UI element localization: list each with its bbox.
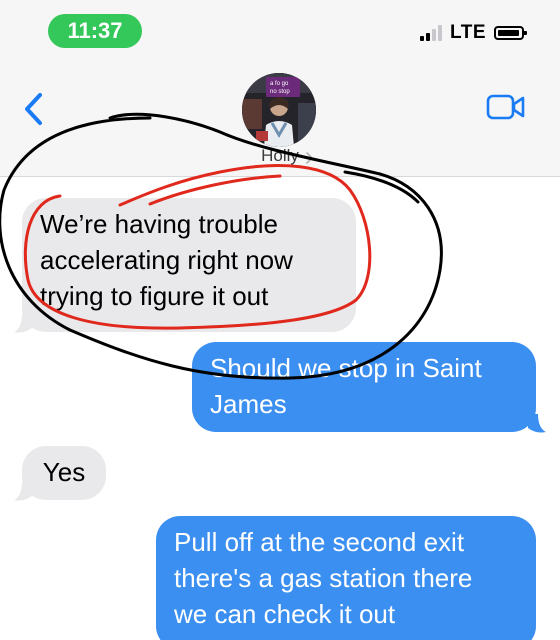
message-bubble-outgoing[interactable]: Should we stop in Saint James — [192, 342, 536, 432]
status-time: 11:37 — [48, 14, 142, 48]
message-bubble-incoming[interactable]: Yes — [22, 446, 106, 500]
svg-text:a fo go: a fo go — [270, 81, 289, 87]
contact-name[interactable]: Holly — [230, 146, 330, 166]
conversation-header: 11:37 LTE a fo go no stop Holly — [0, 0, 560, 177]
message-bubble-incoming[interactable]: We’re having trouble accelerating right … — [22, 198, 356, 332]
status-indicators: LTE — [420, 22, 527, 44]
chevron-left-icon[interactable] — [18, 90, 52, 128]
chevron-right-icon[interactable] — [304, 152, 314, 164]
network-type: LTE — [450, 22, 486, 43]
messages-screen: 11:37 LTE a fo go no stop Holly We’re ha… — [0, 0, 560, 640]
avatar[interactable]: a fo go no stop — [242, 73, 316, 147]
signal-strength-icon — [420, 25, 443, 41]
svg-text:no stop: no stop — [270, 89, 290, 95]
message-bubble-outgoing[interactable]: Pull off at the second exit there's a ga… — [156, 516, 536, 640]
video-camera-icon[interactable] — [486, 92, 526, 122]
battery-icon — [494, 26, 527, 40]
